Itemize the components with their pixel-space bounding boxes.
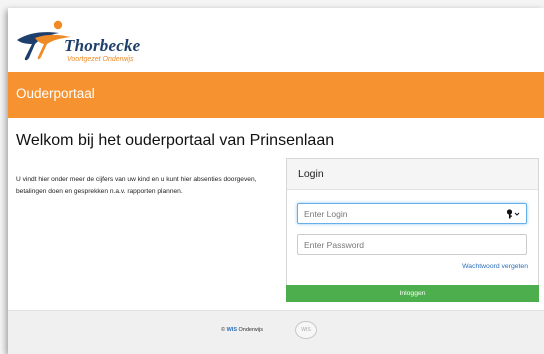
forgot-password-link[interactable]: Wachtwoord vergeten <box>462 263 528 270</box>
portal-title-band: Ouderportaal <box>8 72 544 118</box>
login-title: Login <box>298 168 324 180</box>
password-field[interactable] <box>297 234 527 255</box>
footer-brand-suffix: Onderwijs <box>238 327 263 333</box>
logo-subtitle: Voortgezet Onderwijs <box>67 56 134 63</box>
login-field[interactable] <box>297 203 527 224</box>
copyright-symbol: © <box>221 327 226 333</box>
page-background: Thorbecke Voortgezet Onderwijs Ouderport… <box>0 0 544 354</box>
portal-window: Thorbecke Voortgezet Onderwijs Ouderport… <box>8 8 544 354</box>
login-panel: Login Wachtwoord vergeten <box>286 158 539 295</box>
site-header: Thorbecke Voortgezet Onderwijs <box>8 8 544 72</box>
site-footer: © WIS Onderwijs WIS <box>8 310 544 354</box>
password-input[interactable] <box>298 235 504 254</box>
portal-title: Ouderportaal <box>16 86 95 101</box>
footer-brand[interactable]: WIS <box>227 327 237 333</box>
login-input[interactable] <box>298 204 504 223</box>
welcome-heading: Welkom bij het ouderportaal van Prinsenl… <box>16 132 335 149</box>
wis-badge-icon: WIS <box>295 321 317 339</box>
login-panel-header: Login <box>287 159 538 190</box>
logo-name: Thorbecke <box>64 36 141 55</box>
footer-credit: © WIS Onderwijs <box>221 327 263 333</box>
intro-text: U vindt hier onder meer de cijfers van u… <box>16 176 257 195</box>
thorbecke-logo[interactable]: Thorbecke Voortgezet Onderwijs <box>15 18 185 64</box>
login-submit-button[interactable]: Inloggen <box>286 285 539 302</box>
key-icon[interactable] <box>506 208 520 220</box>
